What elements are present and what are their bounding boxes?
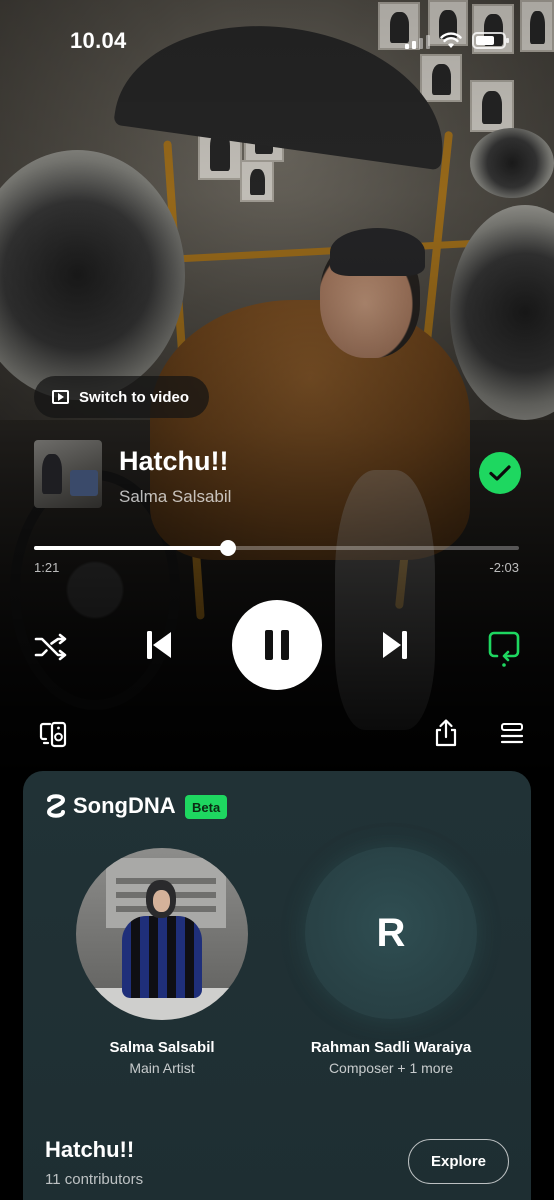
pause-icon-bar [281, 630, 289, 660]
cellular-signal-icon [405, 33, 430, 49]
wifi-icon [440, 32, 462, 48]
artist-role: Main Artist [129, 1060, 195, 1076]
queue-button[interactable] [496, 718, 528, 750]
composer-initial: R [376, 910, 406, 955]
devices-icon [39, 721, 67, 748]
photo-figure-face [153, 890, 170, 912]
progress-fill [34, 546, 228, 550]
songdna-logo: SongDNA [45, 793, 176, 819]
share-icon [435, 719, 457, 747]
status-bar: 10.04 [0, 0, 554, 80]
songdna-logo-text: SongDNA [73, 793, 176, 818]
repeat-icon [488, 631, 520, 667]
songdna-helix-icon [46, 794, 66, 818]
explore-button[interactable]: Explore [408, 1139, 509, 1184]
skip-next-icon [383, 631, 407, 659]
connect-device-button[interactable] [36, 718, 70, 750]
shuffle-button[interactable] [32, 628, 70, 666]
previous-button[interactable] [140, 626, 178, 664]
album-cover[interactable] [34, 440, 102, 508]
photo-figure-body [122, 916, 202, 998]
artist-avatar[interactable] [76, 848, 248, 1020]
track-artist[interactable]: Salma Salsabil [119, 487, 231, 507]
switch-to-video-label: Switch to video [79, 388, 190, 406]
contributors-count: 11 contributors [45, 1171, 144, 1188]
track-title[interactable]: Hatchu!! [119, 446, 229, 477]
songdna-card: SongDNA Beta Salma Salsabil Main Artist … [23, 771, 531, 1200]
skip-previous-icon [147, 631, 171, 659]
pause-button[interactable] [232, 600, 322, 690]
liked-check-button[interactable] [479, 452, 521, 494]
remaining-time: -2:03 [489, 560, 519, 575]
composer-avatar[interactable]: R [305, 847, 477, 1019]
switch-to-video-button[interactable]: Switch to video [34, 376, 210, 418]
artist-name[interactable]: Salma Salsabil [62, 1039, 262, 1056]
share-button[interactable] [430, 716, 462, 750]
status-time: 10.04 [70, 28, 127, 53]
battery-icon [472, 32, 509, 49]
status-icons [405, 32, 509, 49]
pause-icon [265, 630, 273, 660]
composer-name[interactable]: Rahman Sadli Waraiya [281, 1039, 501, 1056]
playback-progress-bar[interactable] [34, 540, 519, 556]
elapsed-time: 1:21 [34, 560, 60, 575]
checkmark-icon [489, 465, 511, 481]
progress-scrubber[interactable] [220, 540, 236, 556]
video-play-icon [52, 390, 69, 404]
shuffle-icon [34, 633, 67, 661]
queue-icon [500, 723, 524, 744]
songdna-song-title: Hatchu!! [45, 1137, 135, 1162]
repeat-button[interactable] [484, 626, 524, 670]
beta-badge: Beta [185, 795, 228, 819]
next-button[interactable] [376, 626, 414, 664]
composer-role: Composer + 1 more [328, 1060, 454, 1076]
